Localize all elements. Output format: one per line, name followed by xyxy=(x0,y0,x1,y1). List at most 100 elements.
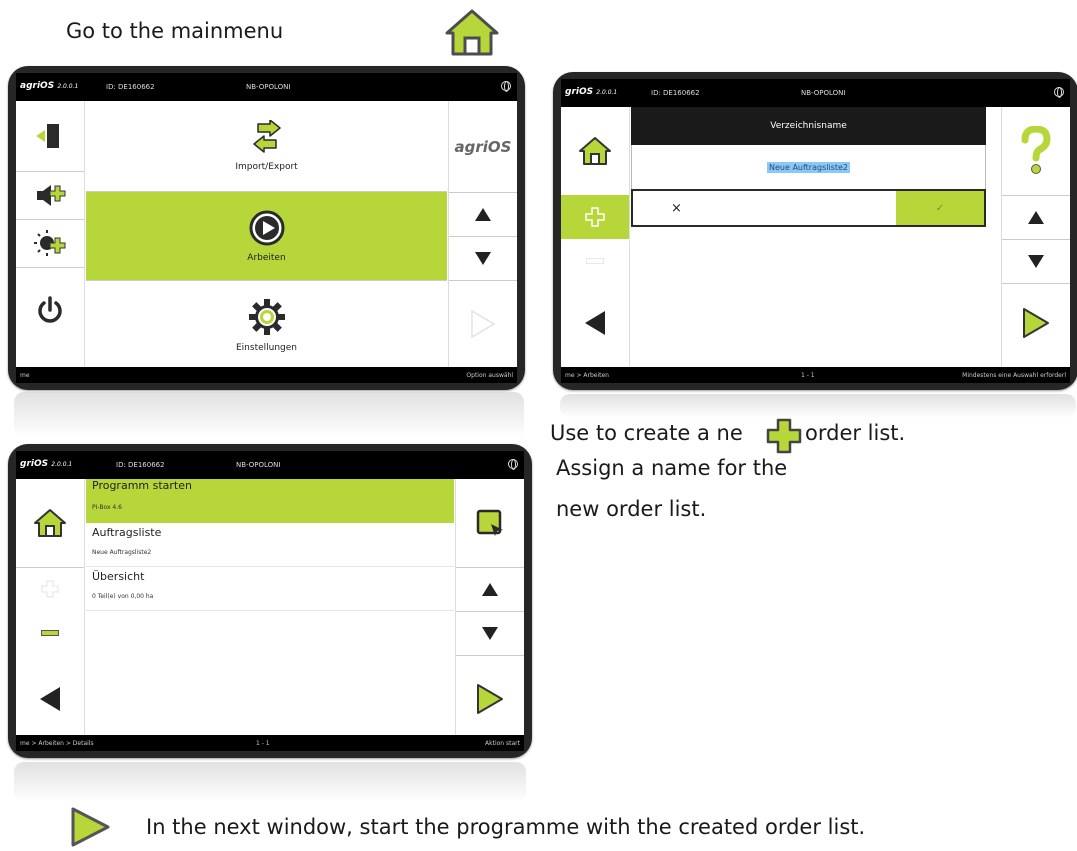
right-toolbar: agriOS xyxy=(448,101,517,367)
import-export-icon xyxy=(252,120,281,153)
next-arrow-icon-large xyxy=(71,807,110,847)
scroll-up-button[interactable] xyxy=(1002,195,1070,239)
tablet-programme: griOS 2.0.0.1 ID: DE160662 NB-OPOLONI Pr… xyxy=(8,444,532,758)
page-indicator: 1 - 1 xyxy=(801,372,815,379)
arrow-up-icon xyxy=(1028,210,1044,224)
back-button[interactable] xyxy=(561,283,629,363)
arrow-up-icon xyxy=(482,582,498,596)
status-bar: griOS 2.0.0.1 ID: DE160662 NB-OPOLONI xyxy=(16,451,524,479)
help-button[interactable] xyxy=(1002,107,1070,195)
globe-icon[interactable] xyxy=(508,459,518,470)
help-icon xyxy=(1021,126,1051,174)
scroll-down-button[interactable] xyxy=(456,611,524,655)
scroll-up-button[interactable] xyxy=(449,192,517,236)
name-dialog: Verzeichnisname Neue Auftragsliste2 × ✓ xyxy=(631,107,986,240)
globe-icon[interactable] xyxy=(501,81,511,92)
remove-list-button[interactable] xyxy=(16,611,84,655)
arrow-down-icon xyxy=(482,626,498,640)
menu-item-import-export[interactable]: Import/Export xyxy=(86,101,447,192)
scroll-down-button[interactable] xyxy=(1002,239,1070,283)
brightness-plus-icon xyxy=(34,230,66,256)
add-list-button[interactable] xyxy=(561,195,629,239)
menu-item-einstellungen[interactable]: Einstellungen xyxy=(86,281,447,369)
device-name: NB-OPOLONI xyxy=(246,83,291,91)
dialog-input-area: Neue Auftragsliste2 xyxy=(631,145,986,189)
list-item-uebersicht[interactable]: Übersicht 0 Teil(e) von 0,00 ha xyxy=(86,567,454,611)
home-button[interactable] xyxy=(561,107,629,195)
breadcrumb: me > Arbeiten xyxy=(565,372,609,379)
home-button[interactable] xyxy=(16,479,84,567)
menu-item-arbeiten[interactable]: Arbeiten xyxy=(86,192,447,281)
exit-button[interactable] xyxy=(16,101,84,171)
caption-create-line3: new order list. xyxy=(556,497,707,521)
tablet-name-dialog: griOS 2.0.0.1 ID: DE160662 NB-OPOLONI Ve… xyxy=(553,72,1077,390)
arrow-up-icon xyxy=(475,207,491,221)
dialog-header: Verzeichnisname xyxy=(631,107,986,145)
caption-bottom: In the next window, start the programme … xyxy=(146,815,866,839)
plus-icon-large xyxy=(766,418,802,454)
power-button[interactable] xyxy=(16,267,84,353)
screen-programme: griOS 2.0.0.1 ID: DE160662 NB-OPOLONI Pr… xyxy=(16,451,524,751)
list-item-auftragsliste[interactable]: Auftragsliste Neue Auftragsliste2 xyxy=(86,523,454,567)
dialog-buttons: × ✓ xyxy=(631,189,986,227)
menu-label-einstellungen: Einstellungen xyxy=(235,343,297,353)
tablet-main-menu: agriOS 2.0.0.1 ID: DE160662 NB-OPOLONI I… xyxy=(8,66,525,390)
select-document-icon xyxy=(476,509,503,536)
detail-list: Programm starten PI-Box 4.6 Auftragslist… xyxy=(86,479,454,735)
globe-icon[interactable] xyxy=(1054,87,1064,98)
footer-hint: Option auswähl xyxy=(466,372,513,379)
add-list-button-disabled[interactable] xyxy=(16,567,84,611)
footer-bar: me > Arbeiten 1 - 1 Mindestens eine Ausw… xyxy=(561,367,1070,383)
list-item-programm-starten[interactable]: Programm starten PI-Box 4.6 xyxy=(86,479,454,523)
plus-icon xyxy=(41,580,59,598)
home-icon-large xyxy=(445,9,499,56)
minus-icon xyxy=(41,630,59,636)
dialog-title: Verzeichnisname xyxy=(770,121,847,131)
app-version: agriOS 2.0.0.1 xyxy=(20,81,79,91)
home-icon xyxy=(34,509,66,537)
footer-bar: me Option auswähl xyxy=(16,367,517,383)
minus-icon xyxy=(586,258,604,264)
select-button[interactable] xyxy=(456,479,524,567)
next-button[interactable] xyxy=(1002,283,1070,363)
confirm-button[interactable]: ✓ xyxy=(896,191,984,225)
brightness-up-button[interactable] xyxy=(16,219,84,267)
gear-icon xyxy=(248,299,285,335)
remove-list-button[interactable] xyxy=(561,239,629,283)
caption-create-line1a: Use to create a ne xyxy=(550,421,743,445)
caption-create-line1b: order list. xyxy=(805,421,906,445)
scroll-up-button[interactable] xyxy=(456,567,524,611)
volume-up-button[interactable] xyxy=(16,171,84,219)
tablet-reflection xyxy=(560,394,1076,418)
scroll-down-button[interactable] xyxy=(449,236,517,280)
brand-logo: agriOS xyxy=(454,137,512,156)
back-arrow-icon xyxy=(585,311,605,335)
list-name-input[interactable]: Neue Auftragsliste2 xyxy=(767,161,850,173)
device-name: NB-OPOLONI xyxy=(236,461,281,469)
next-button-disabled[interactable] xyxy=(449,280,517,368)
next-arrow-icon xyxy=(471,309,496,339)
caption-create-line2: Assign a name for the xyxy=(556,456,788,480)
app-version: griOS 2.0.0.1 xyxy=(565,87,618,97)
exit-door-icon xyxy=(36,124,59,148)
arrow-down-icon xyxy=(1028,254,1044,268)
footer-hint: Aktion start xyxy=(485,740,520,747)
cancel-icon: × xyxy=(671,200,682,216)
status-bar: griOS 2.0.0.1 ID: DE160662 NB-OPOLONI xyxy=(561,79,1070,107)
back-button[interactable] xyxy=(16,655,84,743)
device-name: NB-OPOLONI xyxy=(801,89,846,97)
device-id: ID: DE160662 xyxy=(651,89,700,97)
right-toolbar xyxy=(455,479,524,735)
plus-icon xyxy=(585,207,605,227)
arrow-down-icon xyxy=(475,251,491,265)
breadcrumb: me xyxy=(20,372,30,379)
menu-label-import-export: Import/Export xyxy=(235,162,298,172)
start-button[interactable] xyxy=(456,655,524,743)
tablet-reflection xyxy=(14,392,524,438)
cancel-button[interactable]: × xyxy=(633,191,896,225)
screen-name-dialog: griOS 2.0.0.1 ID: DE160662 NB-OPOLONI Ve… xyxy=(561,79,1070,383)
caption-mainmenu: Go to the mainmenu xyxy=(66,19,284,43)
back-arrow-icon xyxy=(40,687,60,711)
footer-bar: me > Arbeiten > Details 1 - 1 Aktion sta… xyxy=(16,735,524,751)
right-toolbar xyxy=(1001,107,1070,367)
